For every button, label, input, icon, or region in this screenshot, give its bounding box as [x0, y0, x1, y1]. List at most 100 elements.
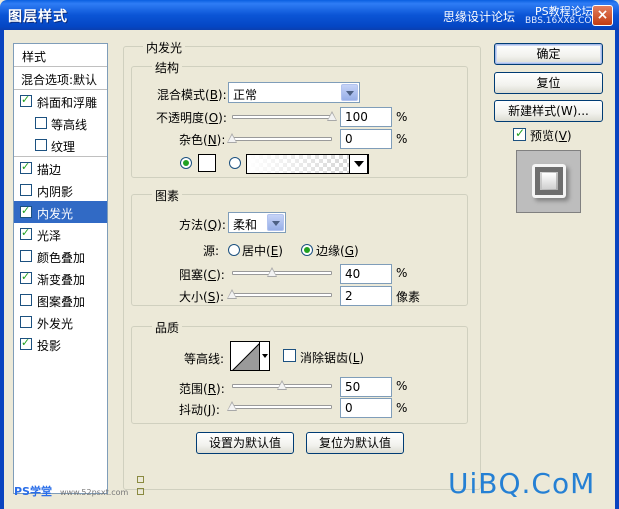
opacity-slider-thumb[interactable]	[327, 111, 337, 121]
new-style-button[interactable]: 新建样式(W)...	[494, 100, 603, 122]
glow-color-swatch[interactable]	[198, 154, 216, 172]
style-item-label: 等高线	[51, 118, 88, 132]
style-item-color-overlay[interactable]: 颜色叠加	[14, 245, 107, 267]
source-label: 源:	[203, 244, 220, 258]
outer-glow-checkbox[interactable]	[20, 316, 32, 328]
blend-options-label: 混合选项:默认	[21, 73, 98, 87]
source-edge-radio[interactable]	[301, 244, 313, 256]
jitter-label: 抖动(J):	[179, 403, 220, 417]
blend-options-item[interactable]: 混合选项:默认	[14, 67, 107, 89]
stroke-checkbox[interactable]	[20, 160, 32, 174]
style-item-label: 外发光	[37, 317, 74, 331]
blend-mode-select[interactable]: 正常	[228, 82, 360, 103]
technique-select[interactable]: 柔和	[228, 212, 286, 233]
jitter-slider-thumb[interactable]	[227, 401, 237, 411]
style-item-label: 图案叠加	[37, 295, 86, 309]
style-item-label: 内阴影	[37, 185, 74, 199]
watermark-top: 思缘设计论坛	[443, 10, 516, 24]
style-list: 样式 混合选项:默认 斜面和浮雕 等高线 纹理 描边 内阴影 内发光 光泽 颜色…	[13, 43, 108, 494]
pattern-overlay-checkbox[interactable]	[20, 294, 32, 306]
preview-checkbox[interactable]	[513, 126, 526, 141]
style-item-gradient-overlay[interactable]: 渐变叠加	[14, 267, 107, 289]
source-edge-label[interactable]: 边缘(G)	[316, 242, 359, 259]
style-item-label: 投影	[37, 339, 62, 353]
elements-title: 图素	[152, 187, 183, 204]
close-button[interactable]: ×	[592, 5, 613, 26]
jitter-input[interactable]: 0	[340, 398, 392, 418]
style-item-label: 斜面和浮雕	[37, 96, 98, 110]
source-center-label[interactable]: 居中(E)	[242, 242, 283, 259]
choke-label: 阻塞(C):	[179, 268, 225, 282]
style-item-satin[interactable]: 光泽	[14, 223, 107, 245]
color-radio[interactable]	[180, 157, 192, 169]
style-item-inner-shadow[interactable]: 内阴影	[14, 179, 107, 201]
style-item-bevel-emboss[interactable]: 斜面和浮雕	[14, 90, 107, 112]
gradient-overlay-checkbox[interactable]	[20, 270, 32, 284]
blend-mode-value: 正常	[233, 88, 258, 102]
corner-marker	[137, 488, 144, 495]
ps-logo-text: PS学堂	[14, 485, 52, 498]
style-item-label: 描边	[37, 163, 62, 177]
size-label: 大小(S):	[179, 290, 225, 304]
color-overlay-checkbox[interactable]	[20, 250, 32, 262]
jitter-slider-track[interactable]	[232, 405, 332, 409]
style-item-label: 内发光	[37, 207, 74, 221]
noise-slider-thumb[interactable]	[227, 133, 237, 143]
source-center-radio[interactable]	[228, 244, 240, 256]
texture-checkbox[interactable]	[35, 139, 47, 151]
opacity-input[interactable]: 100	[340, 107, 392, 127]
ps-logo-site: www.52psxt.com	[59, 488, 129, 497]
contour-label: 等高线:	[184, 352, 225, 366]
technique-label: 方法(Q):	[179, 218, 226, 232]
title-bar[interactable]: 图层样式 思缘设计论坛 PS教程论坛 BBS.16XX8.COM ×	[0, 0, 619, 30]
style-item-stroke[interactable]: 描边	[14, 157, 107, 179]
style-item-texture[interactable]: 纹理	[14, 134, 107, 156]
quality-title: 品质	[152, 319, 183, 336]
noise-input[interactable]: 0	[340, 129, 392, 149]
style-item-label: 颜色叠加	[37, 251, 86, 265]
ok-button[interactable]: 确定	[494, 43, 603, 65]
range-slider-thumb[interactable]	[277, 380, 287, 390]
contour-dropdown-icon[interactable]	[260, 341, 270, 371]
close-icon: ×	[596, 7, 609, 23]
antialias-label[interactable]: 消除锯齿(L)	[300, 349, 364, 366]
gradient-radio[interactable]	[229, 157, 241, 169]
noise-slider-track[interactable]	[232, 137, 332, 141]
choke-slider-track[interactable]	[232, 271, 332, 275]
chevron-down-icon	[267, 214, 284, 231]
reset-default-button[interactable]: 复位为默认值	[306, 432, 404, 454]
watermark-bottom: UiBQ.CoM	[448, 467, 596, 500]
choke-input[interactable]: 40	[340, 264, 392, 284]
bevel-emboss-checkbox[interactable]	[20, 93, 32, 107]
reset-button[interactable]: 复位	[494, 72, 603, 94]
gradient-dropdown-icon[interactable]	[349, 154, 368, 174]
style-item-inner-glow[interactable]: 内发光	[14, 201, 107, 223]
range-input[interactable]: 50	[340, 377, 392, 397]
style-item-outer-glow[interactable]: 外发光	[14, 311, 107, 333]
choke-slider-thumb[interactable]	[267, 267, 277, 277]
noise-label: 杂色(N):	[179, 133, 226, 147]
contour-picker[interactable]	[230, 341, 260, 371]
style-preview-thumbnail	[516, 150, 581, 213]
size-slider-thumb[interactable]	[227, 289, 237, 299]
style-item-contour[interactable]: 等高线	[14, 112, 107, 134]
opacity-slider-track[interactable]	[232, 115, 332, 119]
style-item-pattern-overlay[interactable]: 图案叠加	[14, 289, 107, 311]
jitter-unit: %	[396, 401, 408, 415]
antialias-checkbox[interactable]	[283, 349, 296, 362]
style-list-header[interactable]: 样式	[14, 44, 107, 66]
drop-shadow-checkbox[interactable]	[20, 336, 32, 350]
inner-glow-checkbox[interactable]	[20, 204, 32, 218]
satin-checkbox[interactable]	[20, 226, 32, 240]
structure-title: 结构	[152, 59, 183, 76]
contour-checkbox[interactable]	[35, 117, 47, 129]
preview-label[interactable]: 预览(V)	[530, 127, 572, 144]
preview-shape	[532, 164, 566, 198]
style-item-drop-shadow[interactable]: 投影	[14, 333, 107, 355]
size-slider-track[interactable]	[232, 293, 332, 297]
inner-shadow-checkbox[interactable]	[20, 184, 32, 196]
size-input[interactable]: 2	[340, 286, 392, 306]
technique-value: 柔和	[233, 218, 258, 232]
window-frame-left	[0, 30, 4, 509]
make-default-button[interactable]: 设置为默认值	[196, 432, 294, 454]
